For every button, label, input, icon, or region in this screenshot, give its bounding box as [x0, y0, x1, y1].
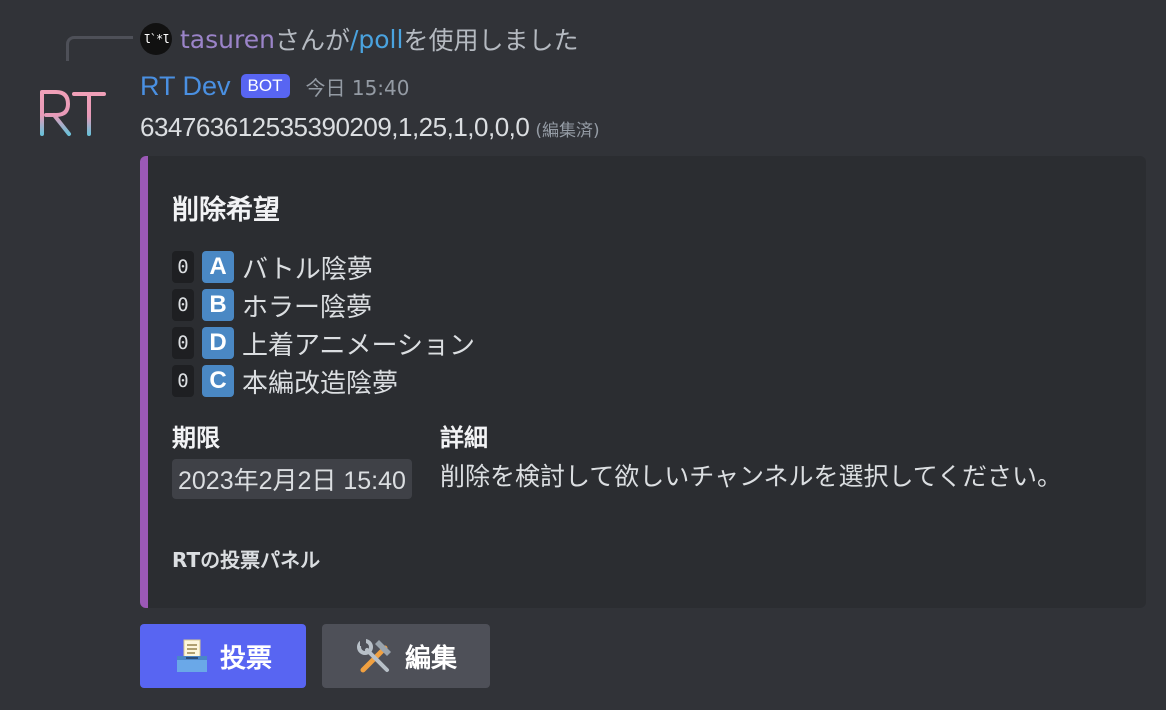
- option-count: 0: [172, 327, 194, 359]
- embed-title: 削除希望: [172, 195, 280, 226]
- hammer-wrench-icon: [355, 636, 395, 676]
- reply-spine: [66, 36, 133, 61]
- embed-color-bar: [140, 156, 148, 608]
- reply-avatar[interactable]: Ɩ`*Ɩ: [140, 23, 172, 55]
- poll-option: 0 B ホラー陰夢: [172, 286, 475, 324]
- edit-button-label: 編集: [404, 643, 457, 674]
- letter-c-icon: C: [202, 365, 234, 397]
- vote-button[interactable]: 投票: [140, 624, 306, 688]
- ballot-box-icon: [174, 638, 210, 674]
- deadline-field: 期限 2023年2月2日 15:40: [172, 418, 412, 499]
- poll-option: 0 D 上着アニメーション: [172, 324, 475, 362]
- option-count: 0: [172, 289, 194, 321]
- deadline-timestamp[interactable]: 2023年2月2日 15:40: [172, 459, 412, 499]
- edited-label: (編集済): [535, 121, 600, 141]
- rt-logo-icon: [40, 90, 106, 136]
- bot-avatar[interactable]: [32, 78, 112, 142]
- message: Ɩ`*Ɩ tasuren さんが /poll を使用しました RT Dev BO…: [0, 0, 1166, 710]
- option-label: バトル陰夢: [242, 254, 373, 285]
- reply-username[interactable]: tasuren: [180, 25, 275, 54]
- letter-b-icon: B: [202, 289, 234, 321]
- poll-embed: 削除希望 0 A バトル陰夢 0 B ホラー陰夢 0 D 上着アニメーション 0…: [140, 156, 1146, 608]
- vote-button-label: 投票: [219, 643, 272, 674]
- option-label: ホラー陰夢: [242, 292, 373, 323]
- letter-a-icon: A: [202, 251, 234, 283]
- embed-footer: RTの投票パネル: [172, 548, 321, 572]
- detail-field-value: 削除を検討して欲しいチャンネルを選択してください。: [440, 462, 1063, 491]
- author-name[interactable]: RT Dev: [140, 71, 231, 102]
- content-text: 634763612535390209,1,25,1,0,0,0: [140, 112, 530, 142]
- reply-reference[interactable]: Ɩ`*Ɩ tasuren さんが /poll を使用しました: [140, 22, 578, 56]
- option-count: 0: [172, 365, 194, 397]
- reply-text-after: を使用しました: [403, 26, 579, 55]
- edit-button[interactable]: 編集: [322, 624, 490, 688]
- timestamp[interactable]: 今日 15:40: [306, 72, 410, 101]
- poll-option: 0 C 本編改造陰夢: [172, 362, 475, 400]
- option-label: 上着アニメーション: [242, 330, 475, 361]
- reply-command[interactable]: /poll: [350, 25, 403, 54]
- message-header: RT Dev BOT 今日 15:40: [140, 66, 410, 106]
- poll-options: 0 A バトル陰夢 0 B ホラー陰夢 0 D 上着アニメーション 0 C 本編…: [172, 248, 475, 400]
- option-count: 0: [172, 251, 194, 283]
- option-label: 本編改造陰夢: [242, 368, 399, 399]
- detail-field-name: 詳細: [440, 424, 488, 452]
- message-content: 634763612535390209,1,25,1,0,0,0 (編集済): [140, 112, 600, 152]
- reply-text-before: さんが: [274, 26, 350, 55]
- detail-field: 詳細 削除を検討して欲しいチャンネルを選択してください。: [440, 418, 1080, 495]
- deadline-field-name: 期限: [172, 424, 220, 452]
- bot-tag: BOT: [240, 74, 290, 98]
- letter-d-icon: D: [202, 327, 234, 359]
- poll-option: 0 A バトル陰夢: [172, 248, 475, 286]
